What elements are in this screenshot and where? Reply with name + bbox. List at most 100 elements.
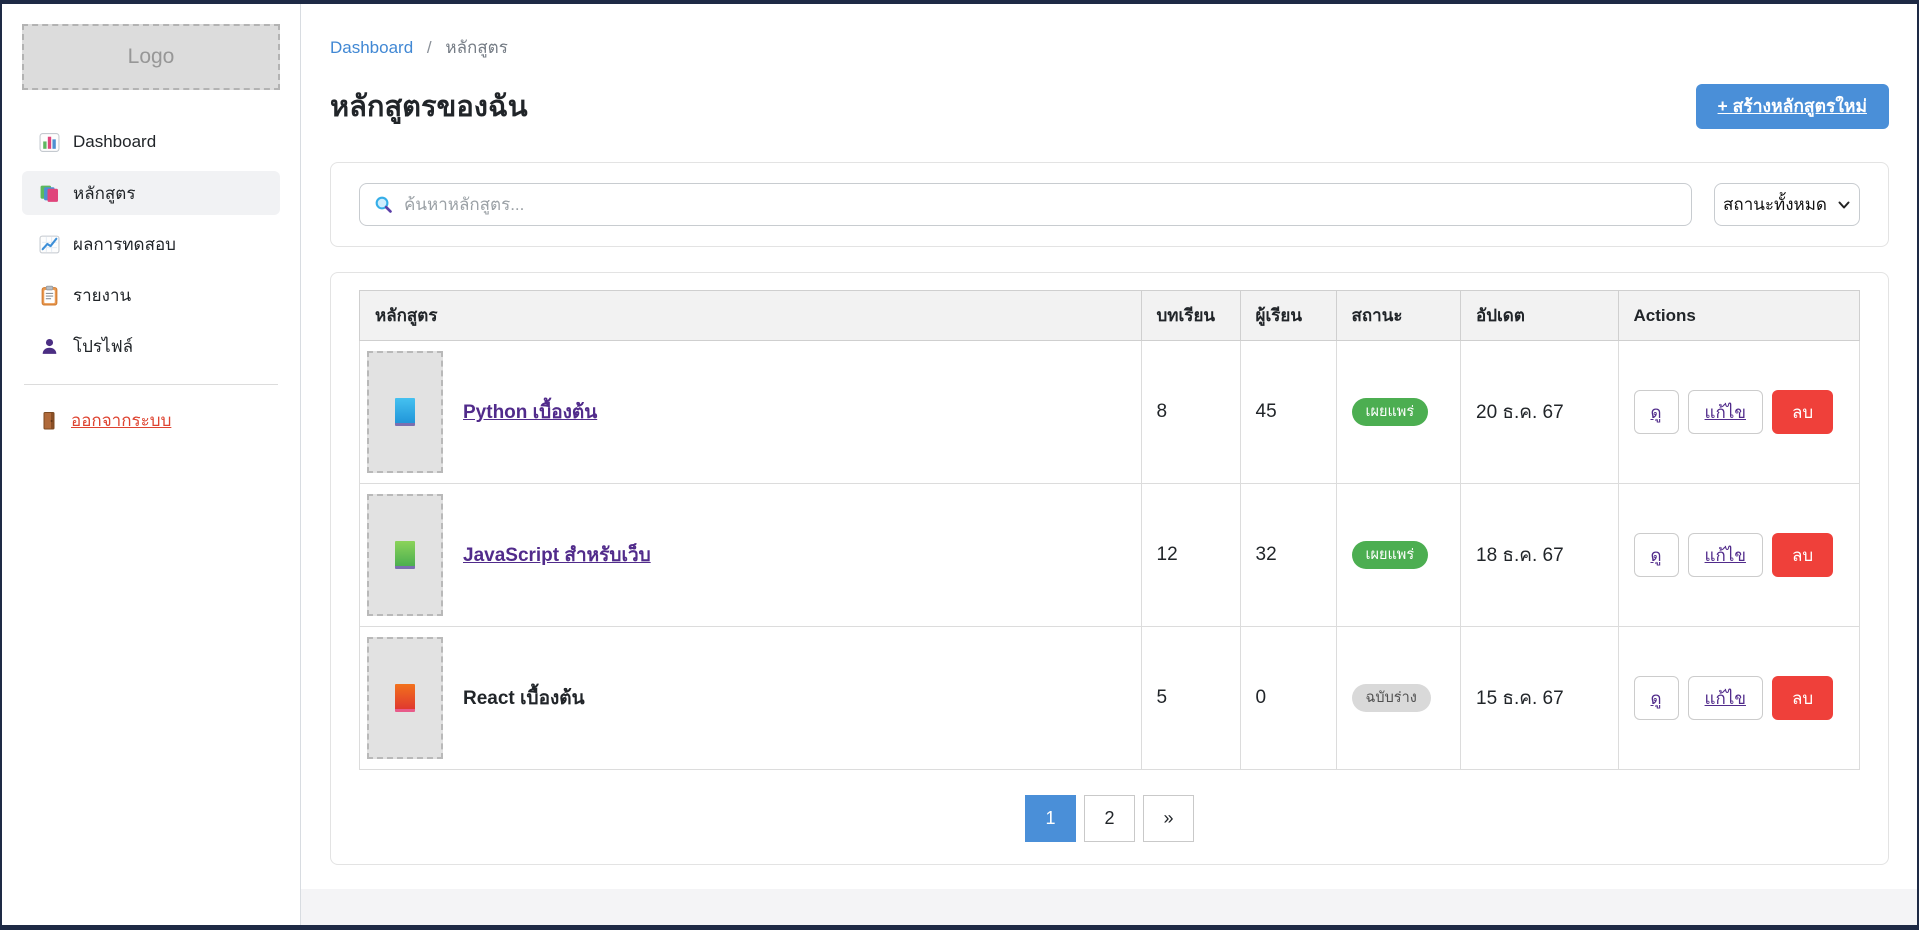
dashboard-icon	[39, 132, 60, 153]
lessons-cell: 8	[1141, 341, 1240, 484]
actions-cell: ดูแก้ไขลบ	[1618, 627, 1860, 770]
breadcrumb-dashboard-link[interactable]: Dashboard	[330, 38, 413, 57]
sidebar-item-label: รายงาน	[73, 282, 131, 309]
table-row: React เบื้องต้น 50 ฉบับร่าง 15 ธ.ค. 67 ดูแก้…	[360, 627, 1860, 770]
courses-table: หลักสูตรบทเรียนผู้เรียนสถานะอัปเดตAction…	[359, 290, 1860, 770]
course-cell: Python เบื้องต้น	[360, 341, 1142, 484]
chevron-down-icon	[1837, 198, 1851, 212]
edit-button[interactable]: แก้ไข	[1688, 676, 1763, 720]
updated-cell: 15 ธ.ค. 67	[1461, 627, 1619, 770]
view-button[interactable]: ดู	[1634, 676, 1679, 720]
status-cell: ฉบับร่าง	[1336, 627, 1461, 770]
column-header: Actions	[1618, 291, 1860, 341]
search-wrap	[359, 183, 1692, 226]
students-cell: 45	[1240, 341, 1336, 484]
delete-button[interactable]: ลบ	[1772, 676, 1833, 720]
pagination-page-button[interactable]: 1	[1025, 795, 1076, 842]
actions-cell: ดูแก้ไขลบ	[1618, 484, 1860, 627]
courses-table-card: หลักสูตรบทเรียนผู้เรียนสถานะอัปเดตAction…	[330, 272, 1889, 865]
sidebar-item-reports[interactable]: รายงาน	[22, 273, 280, 317]
students-cell: 0	[1240, 627, 1336, 770]
sidebar: Logo Dashboard หลักสูตรผลการทดสอบรายงานโป…	[2, 4, 301, 925]
actions-group: ดูแก้ไขลบ	[1634, 676, 1845, 720]
status-badge: เผยแพร่	[1352, 541, 1429, 570]
book-icon	[395, 684, 415, 712]
edit-button[interactable]: แก้ไข	[1688, 390, 1763, 434]
book-icon	[395, 398, 415, 426]
pagination-page-button[interactable]: 2	[1084, 795, 1135, 842]
search-icon	[373, 194, 394, 215]
main-content: Dashboard / หลักสูตร หลักสูตรของฉัน + สร…	[301, 4, 1917, 865]
courses-icon	[39, 183, 60, 204]
breadcrumb-separator: /	[427, 38, 432, 57]
page-header: หลักสูตรของฉัน + สร้างหลักสูตรใหม่	[330, 83, 1889, 129]
door-icon	[39, 410, 59, 431]
main-area: Dashboard / หลักสูตร หลักสูตรของฉัน + สร…	[301, 4, 1917, 925]
column-header: บทเรียน	[1141, 291, 1240, 341]
delete-button[interactable]: ลบ	[1772, 533, 1833, 577]
pagination-next-button[interactable]: »	[1143, 795, 1194, 842]
course-title[interactable]: JavaScript สำหรับเว็บ	[463, 540, 651, 570]
page-title: หลักสูตรของฉัน	[330, 83, 528, 129]
course-cell: JavaScript สำหรับเว็บ	[360, 484, 1142, 627]
sidebar-divider	[24, 384, 278, 385]
table-row: Python เบื้องต้น 845 เผยแพร่ 20 ธ.ค. 67 ดูแก…	[360, 341, 1860, 484]
course-cell-inner: JavaScript สำหรับเว็บ	[367, 494, 1126, 616]
sidebar-item-dashboard[interactable]: Dashboard	[22, 120, 280, 164]
view-button[interactable]: ดู	[1634, 390, 1679, 434]
course-thumbnail	[367, 494, 443, 616]
course-cell-inner: React เบื้องต้น	[367, 637, 1126, 759]
updated-cell: 18 ธ.ค. 67	[1461, 484, 1619, 627]
book-icon	[395, 541, 415, 569]
breadcrumb-current: หลักสูตร	[445, 38, 507, 57]
course-thumbnail	[367, 351, 443, 473]
profile-icon	[39, 336, 60, 357]
logout-label: ออกจากระบบ	[71, 407, 171, 434]
lessons-cell: 5	[1141, 627, 1240, 770]
sidebar-item-profile[interactable]: โปรไฟล์	[22, 324, 280, 368]
view-button[interactable]: ดู	[1634, 533, 1679, 577]
delete-button[interactable]: ลบ	[1772, 390, 1833, 434]
course-cell-inner: Python เบื้องต้น	[367, 351, 1126, 473]
status-filter-value: สถานะทั้งหมด	[1723, 191, 1827, 218]
lessons-cell: 12	[1141, 484, 1240, 627]
sidebar-item-test-results[interactable]: ผลการทดสอบ	[22, 222, 280, 266]
course-title[interactable]: Python เบื้องต้น	[463, 397, 597, 427]
status-badge: ฉบับร่าง	[1352, 684, 1431, 713]
reports-icon	[39, 285, 60, 306]
logo-placeholder: Logo	[22, 24, 280, 90]
actions-cell: ดูแก้ไขลบ	[1618, 341, 1860, 484]
results-icon	[39, 234, 60, 255]
column-header: สถานะ	[1336, 291, 1461, 341]
column-header: ผู้เรียน	[1240, 291, 1336, 341]
sidebar-item-label: หลักสูตร	[73, 180, 135, 207]
search-input[interactable]	[359, 183, 1692, 226]
status-filter-select[interactable]: สถานะทั้งหมด	[1714, 183, 1860, 226]
updated-cell: 20 ธ.ค. 67	[1461, 341, 1619, 484]
sidebar-item-label: ผลการทดสอบ	[73, 231, 176, 258]
create-course-button[interactable]: + สร้างหลักสูตรใหม่	[1696, 84, 1889, 129]
actions-group: ดูแก้ไขลบ	[1634, 533, 1845, 577]
status-cell: เผยแพร่	[1336, 341, 1461, 484]
column-header: อัปเดต	[1461, 291, 1619, 341]
course-title: React เบื้องต้น	[463, 683, 585, 713]
table-row: JavaScript สำหรับเว็บ1232เผยแพร่18 ธ.ค. …	[360, 484, 1860, 627]
status-cell: เผยแพร่	[1336, 484, 1461, 627]
page: Logo Dashboardหลักสูตรผลการทดสอบรายงานโป…	[0, 0, 1919, 930]
course-cell: React เบื้องต้น	[360, 627, 1142, 770]
breadcrumb: Dashboard / หลักสูตร	[330, 34, 1889, 61]
course-thumbnail	[367, 637, 443, 759]
table-header-row: หลักสูตรบทเรียนผู้เรียนสถานะอัปเดตAction…	[360, 291, 1860, 341]
status-badge: เผยแพร่	[1352, 398, 1429, 427]
edit-button[interactable]: แก้ไข	[1688, 533, 1763, 577]
sidebar-menu: Dashboard หลักสูตรผลการทดสอบรายงานโปรไฟล์	[22, 120, 280, 368]
sidebar-item-label: โปรไฟล์	[73, 333, 133, 360]
pagination: 12»	[359, 795, 1860, 842]
sidebar-item-courses[interactable]: หลักสูตร	[22, 171, 280, 215]
column-header: หลักสูตร	[360, 291, 1142, 341]
actions-group: ดูแก้ไขลบ	[1634, 390, 1845, 434]
sidebar-item-label: Dashboard	[73, 132, 156, 152]
footer-filler	[301, 889, 1917, 925]
logout-link[interactable]: ออกจากระบบ	[22, 399, 280, 442]
filter-card: สถานะทั้งหมด	[330, 162, 1889, 247]
